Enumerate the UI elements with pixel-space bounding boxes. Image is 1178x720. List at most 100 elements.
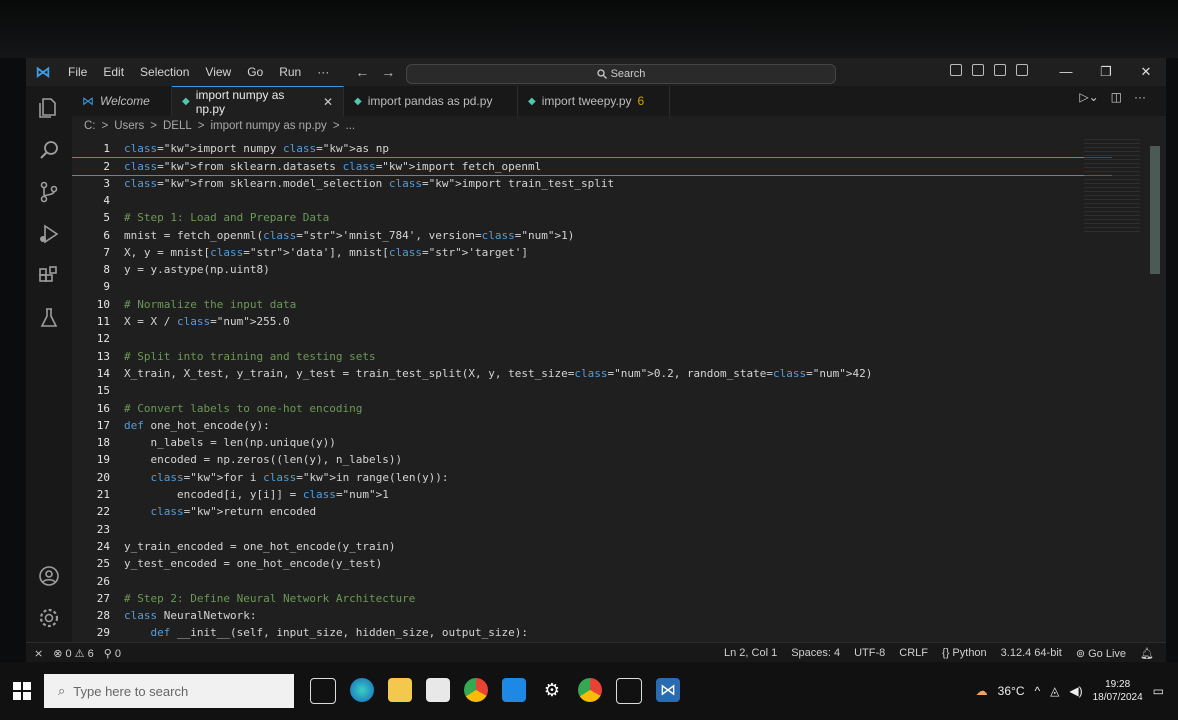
code-editor[interactable]: 1 class="kw">import numpy class="kw">as n… [72, 136, 1166, 662]
close-tab-icon[interactable]: ✕ [323, 95, 333, 109]
crumb-file[interactable]: import numpy as np.py [210, 120, 326, 132]
restore-button[interactable]: ❐ [1086, 58, 1126, 86]
search-sidebar-icon[interactable] [37, 138, 61, 162]
file-explorer-icon[interactable] [388, 678, 412, 702]
code-line[interactable]: 5 # Step 1: Load and Prepare Data [72, 209, 1112, 226]
show-hidden-icons-icon[interactable]: ^ [1034, 684, 1040, 698]
crumb-symbols[interactable]: ... [346, 120, 356, 132]
code-line[interactable]: 8 y = y.astype(np.uint8) [72, 261, 1112, 278]
code-line[interactable]: 13 # Split into training and testing sets [72, 348, 1112, 365]
network-icon[interactable]: ◬ [1050, 684, 1059, 698]
menu-more[interactable]: ··· [309, 65, 337, 79]
code-line[interactable]: 3 class="kw">from sklearn.model_selection… [72, 175, 1112, 192]
code-line[interactable]: 27 # Step 2: Define Neural Network Archit… [72, 590, 1112, 607]
forward-arrow-icon[interactable]: → [381, 64, 395, 80]
code-line[interactable]: 17 def one_hot_encode(y): [72, 417, 1112, 434]
go-live-button[interactable]: ⊚ Go Live [1076, 647, 1126, 660]
menu-edit[interactable]: Edit [95, 65, 132, 79]
testing-flask-icon[interactable] [37, 306, 61, 330]
code-line[interactable]: 1 class="kw">import numpy class="kw">as n… [72, 140, 1112, 157]
notifications-bell-icon[interactable]: 🔔︎ [1140, 647, 1154, 660]
more-actions-icon[interactable]: ··· [1134, 90, 1146, 104]
remote-icon[interactable]: ⨯ [34, 647, 43, 660]
code-line[interactable]: 24 y_train_encoded = one_hot_encode(y_tra… [72, 538, 1112, 555]
menu-file[interactable]: File [60, 65, 95, 79]
source-control-icon[interactable] [37, 180, 61, 204]
terminal-icon[interactable] [616, 678, 642, 704]
indentation[interactable]: Spaces: 4 [791, 647, 840, 660]
tab-import-pandas[interactable]: ◆ import pandas as pd.py [344, 86, 518, 116]
minimap[interactable] [1084, 136, 1140, 232]
encoding[interactable]: UTF-8 [854, 647, 885, 660]
line-ending[interactable]: CRLF [899, 647, 928, 660]
cursor-position[interactable]: Ln 2, Col 1 [724, 647, 777, 660]
customize-layout-icon[interactable] [1016, 64, 1028, 76]
language-mode[interactable]: {} Python [942, 647, 987, 660]
tab-import-tweepy[interactable]: ◆ import tweepy.py 6 [518, 86, 670, 116]
problems-status[interactable]: ⊗ 0 ⚠ 6 [53, 647, 94, 660]
code-line[interactable]: 26 [72, 573, 1112, 590]
edge-icon[interactable] [350, 678, 374, 702]
crumb-drive[interactable]: C: [84, 120, 96, 132]
code-line[interactable]: 21 encoded[i, y[i]] = class="num">1 [72, 486, 1112, 503]
settings-app-icon[interactable]: ⚙ [540, 678, 564, 702]
command-center-search[interactable]: Search [406, 64, 836, 84]
code-line[interactable]: 22 class="kw">return encoded [72, 503, 1112, 520]
menu-go[interactable]: Go [239, 65, 271, 79]
volume-icon[interactable]: ◀) [1069, 684, 1082, 698]
run-debug-icon[interactable] [37, 222, 61, 246]
toggle-sidebar-icon[interactable] [950, 64, 962, 76]
code-line[interactable]: 6 mnist = fetch_openml(class="str">'mnist… [72, 227, 1112, 244]
code-line[interactable]: 14 X_train, X_test, y_train, y_test = tra… [72, 365, 1112, 382]
extensions-icon[interactable] [37, 264, 61, 288]
crumb-users[interactable]: Users [114, 120, 144, 132]
code-line[interactable]: 10 # Normalize the input data [72, 296, 1112, 313]
start-button[interactable] [0, 662, 44, 720]
task-view-icon[interactable] [310, 678, 336, 704]
code-line[interactable]: 9 [72, 278, 1112, 295]
explorer-icon[interactable] [37, 96, 61, 120]
temperature[interactable]: 36°C [998, 684, 1025, 698]
taskbar-search[interactable]: ⌕ Type here to search [44, 674, 294, 708]
code-line[interactable]: 18 n_labels = len(np.unique(y)) [72, 434, 1112, 451]
run-python-file-icon[interactable]: ▷⌄ [1079, 90, 1098, 104]
weather-icon[interactable]: ☁ [976, 684, 988, 698]
back-arrow-icon[interactable]: ← [355, 64, 369, 80]
code-line[interactable]: 11 X = X / class="num">255.0 [72, 313, 1112, 330]
split-editor-icon[interactable]: ◫ [1111, 90, 1122, 104]
code-line[interactable]: 2 class="kw">from sklearn.datasets class=… [72, 157, 1112, 177]
menu-run[interactable]: Run [271, 65, 309, 79]
menu-selection[interactable]: Selection [132, 65, 197, 79]
editor-scrollbar[interactable] [1150, 146, 1160, 274]
store-icon[interactable] [426, 678, 450, 702]
code-line[interactable]: 12 [72, 330, 1112, 347]
code-line[interactable]: 28 class NeuralNetwork: [72, 607, 1112, 624]
code-line[interactable]: 25 y_test_encoded = one_hot_encode(y_test… [72, 555, 1112, 572]
code-line[interactable]: 4 [72, 192, 1112, 209]
code-line[interactable]: 16 # Convert labels to one-hot encoding [72, 400, 1112, 417]
code-line[interactable]: 7 X, y = mnist[class="str">'data'], mnist… [72, 244, 1112, 261]
toggle-panel-icon[interactable] [972, 64, 984, 76]
minimize-button[interactable]: — [1046, 58, 1086, 86]
vscode-taskbar-icon[interactable]: ⋈ [656, 678, 680, 702]
chrome-profile-icon[interactable] [578, 678, 602, 702]
mail-icon[interactable] [502, 678, 526, 702]
code-line[interactable]: 23 [72, 521, 1112, 538]
code-line[interactable]: 29 def __init__(self, input_size, hidden… [72, 624, 1112, 641]
ports-status[interactable]: ⚲ 0 [104, 647, 121, 660]
chrome-icon[interactable] [464, 678, 488, 702]
crumb-dell[interactable]: DELL [163, 120, 192, 132]
close-window-button[interactable]: ✕ [1126, 58, 1166, 86]
code-line[interactable]: 19 encoded = np.zeros((len(y), n_labels)… [72, 451, 1112, 468]
code-line[interactable]: 15 [72, 382, 1112, 399]
tab-import-numpy[interactable]: ◆ import numpy as np.py ✕ [172, 86, 344, 116]
menu-view[interactable]: View [197, 65, 239, 79]
account-icon[interactable] [37, 564, 61, 588]
notification-center-icon[interactable]: ▭ [1153, 684, 1164, 698]
clock[interactable]: 19:28 18/07/2024 [1093, 678, 1143, 704]
tab-welcome[interactable]: ⋈ Welcome [72, 86, 172, 116]
interpreter[interactable]: 3.12.4 64-bit [1001, 647, 1062, 660]
toggle-secondary-sidebar-icon[interactable] [994, 64, 1006, 76]
code-line[interactable]: 20 class="kw">for i class="kw">in range(… [72, 469, 1112, 486]
settings-gear-icon[interactable] [37, 606, 61, 630]
